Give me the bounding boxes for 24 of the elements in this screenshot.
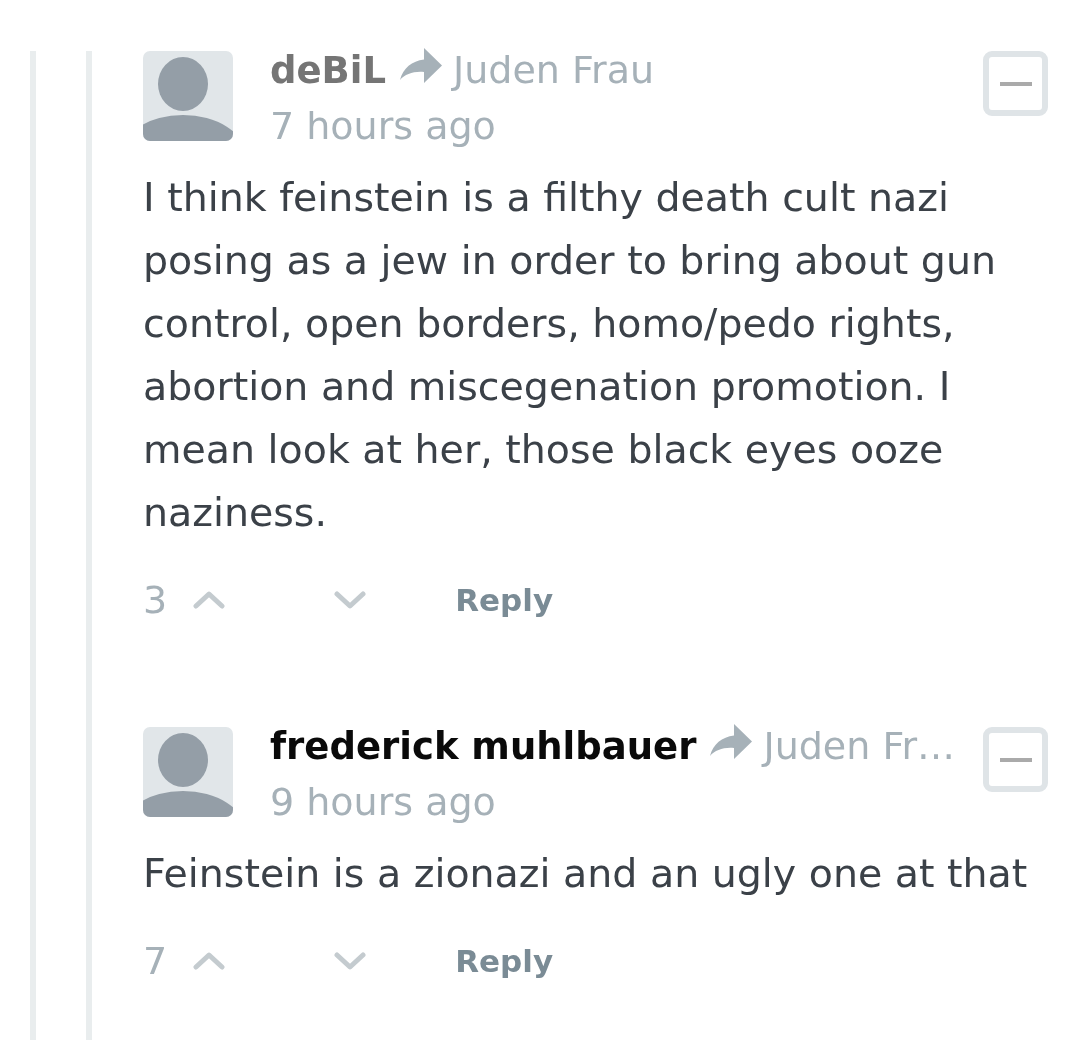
timestamp: 9 hours ago (270, 779, 496, 826)
chevron-up-icon (193, 952, 226, 970)
author-name[interactable]: frederick muhlbauer (270, 725, 697, 768)
collapse-button[interactable] (983, 51, 1048, 116)
collapse-button[interactable] (983, 727, 1048, 792)
reply-to-name[interactable]: Juden Fr… (763, 724, 956, 768)
timestamp: 7 hours ago (270, 103, 496, 150)
reply-arrow-icon (400, 48, 443, 83)
chevron-down-icon (334, 952, 367, 970)
minus-icon (999, 81, 1032, 86)
reply-button[interactable]: Reply (455, 936, 554, 986)
comment-text: I think feinstein is a filthy death cult nazi posing as a jew in order to bring about gun control, open borders, homo/pedo rights, abortion and miscegenation promotion. I mean look at her, those black eyes ooze naziness. (143, 173, 997, 537)
minus-icon (999, 757, 1032, 762)
reply-button[interactable]: Reply (455, 575, 554, 625)
avatar-icon (143, 51, 233, 141)
comment-text: Feinstein is a zionazi and an ugly one at that (143, 849, 1029, 898)
vote-count: 3 (143, 577, 168, 624)
chevron-up-icon (193, 591, 226, 609)
avatar-icon (143, 727, 233, 817)
reply-arrow-icon (710, 724, 753, 759)
reply-to-name[interactable]: Juden Frau (453, 48, 655, 92)
author-name[interactable]: deBiL (270, 49, 387, 92)
chevron-down-icon (334, 591, 367, 609)
vote-count: 7 (143, 938, 168, 985)
